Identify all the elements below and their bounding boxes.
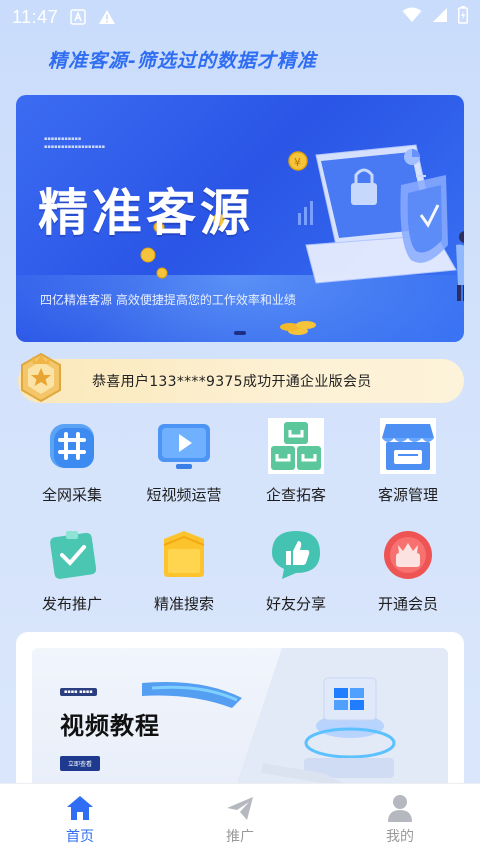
status-time: 11:47 bbox=[12, 6, 59, 27]
nav-label-mine: 我的 bbox=[386, 829, 414, 845]
grid-item-share[interactable]: 好友分享 bbox=[240, 527, 352, 627]
person-icon bbox=[384, 792, 416, 824]
signal-icon bbox=[432, 7, 448, 28]
font-icon bbox=[70, 9, 86, 25]
grid-item-customer-mgmt[interactable]: 客源管理 bbox=[352, 418, 464, 518]
nav-item-mine[interactable]: 我的 bbox=[320, 784, 480, 852]
grid-label: 客源管理 bbox=[377, 486, 438, 504]
banner-fine-print: ▪▪▪▪▪▪▪▪▪▪▪ ▪▪▪▪▪▪▪▪▪▪▪▪▪▪▪▪▪▪ bbox=[44, 136, 105, 150]
video-play-icon bbox=[156, 418, 212, 474]
grid-label: 短视频运营 bbox=[146, 486, 222, 504]
paper-plane-icon bbox=[224, 792, 256, 824]
video-card-title: 视频教程 bbox=[60, 712, 160, 740]
grid-item-enterprise[interactable]: 企查拓客 bbox=[240, 418, 352, 518]
slogan-text: 精准客源-筛选过的数据才精准 bbox=[48, 50, 317, 72]
grid-label: 发布推广 bbox=[41, 595, 102, 613]
video-tutorial-card[interactable]: ▪▪▪▪ ▪▪▪▪ 视频教程 立即查看 bbox=[16, 632, 464, 792]
wifi-icon bbox=[402, 7, 422, 28]
bottom-nav: 首页 推广 我的 bbox=[0, 783, 480, 852]
nav-label-home: 首页 bbox=[66, 829, 94, 845]
video-card-tag: ▪▪▪▪ ▪▪▪▪ bbox=[60, 688, 97, 696]
watch-now-button[interactable]: 立即查看 bbox=[60, 756, 101, 771]
notice-text: 恭喜用户133****9375成功开通企业版会员 bbox=[92, 374, 372, 390]
crown-medal-icon bbox=[16, 352, 66, 408]
store-icon bbox=[380, 418, 436, 474]
status-bar: 11:47 bbox=[0, 0, 480, 34]
grid-label: 企查拓客 bbox=[265, 486, 326, 504]
publish-check-icon bbox=[44, 527, 100, 583]
banner-subtitle: 四亿精准客源 高效便捷提高您的工作效率和业绩 bbox=[40, 293, 296, 307]
grid-label: 全网采集 bbox=[41, 486, 102, 504]
nav-label-promote: 推广 bbox=[226, 829, 254, 845]
grid-item-vip[interactable]: 开通会员 bbox=[352, 527, 464, 627]
notice-bar[interactable]: 恭喜用户133****9375成功开通企业版会员 bbox=[18, 352, 464, 403]
grid-item-publish[interactable]: 发布推广 bbox=[16, 527, 128, 627]
warning-icon bbox=[98, 9, 116, 25]
folder-search-icon bbox=[156, 527, 212, 583]
vip-gift-icon bbox=[380, 527, 436, 583]
banner-title: 精准客源 bbox=[38, 184, 254, 242]
svg-text:¥: ¥ bbox=[294, 156, 301, 169]
grid-item-short-video[interactable]: 短视频运营 bbox=[128, 418, 240, 518]
building-blocks-icon bbox=[268, 418, 324, 474]
grid-item-precise-search[interactable]: 精准搜索 bbox=[128, 527, 240, 627]
grid-label: 精准搜索 bbox=[153, 595, 214, 613]
video-card-banner: ▪▪▪▪ ▪▪▪▪ 视频教程 立即查看 bbox=[32, 648, 448, 792]
home-icon bbox=[64, 792, 96, 824]
grid-item-collect[interactable]: 全网采集 bbox=[16, 418, 128, 518]
hash-grid-icon bbox=[44, 418, 100, 474]
nav-item-promote[interactable]: 推广 bbox=[160, 784, 320, 852]
grid-label: 开通会员 bbox=[377, 595, 438, 613]
banner-page-indicator bbox=[234, 331, 246, 335]
grid-label: 好友分享 bbox=[265, 595, 326, 613]
nav-item-home[interactable]: 首页 bbox=[0, 784, 160, 852]
thumbs-up-icon bbox=[268, 527, 324, 583]
hero-banner[interactable]: ¥ ▪▪▪▪▪▪▪▪▪▪▪ ▪▪▪▪▪▪▪▪▪▪▪▪▪▪▪▪▪▪ 精准客源 四亿精… bbox=[16, 95, 464, 342]
battery-icon bbox=[458, 5, 468, 29]
